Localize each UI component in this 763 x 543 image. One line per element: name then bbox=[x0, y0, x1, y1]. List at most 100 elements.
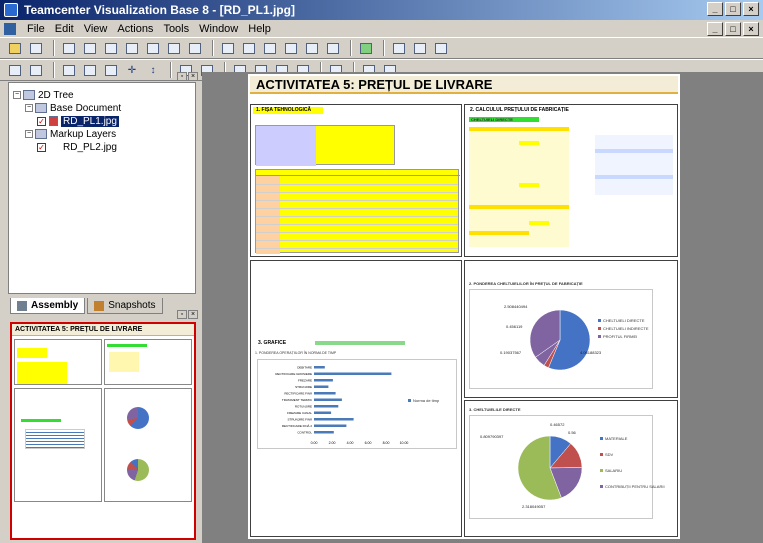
thumbnail-panel-1 bbox=[14, 339, 102, 385]
bar-chart: DEBITARE RECTIFICARE GROSIERE FREZARE STRUN… bbox=[257, 359, 457, 449]
bar-legend: Norma de timp bbox=[408, 398, 439, 403]
filter-icon[interactable] bbox=[282, 40, 300, 56]
settings-icon[interactable] bbox=[324, 40, 342, 56]
minimize-button[interactable]: _ bbox=[707, 2, 723, 16]
document-thumbnail[interactable]: ACTIVITATEA 5: PREȚUL DE LIVRARE bbox=[10, 322, 196, 540]
redo-icon[interactable] bbox=[144, 40, 162, 56]
thumbnail-panel-2 bbox=[104, 339, 192, 385]
legend-swatch bbox=[598, 335, 601, 338]
toolbar-separator bbox=[383, 40, 385, 56]
panel-calcul-pret: 2. CALCULUL PREȚULUI DE FABRICAȚIE CHELT… bbox=[464, 104, 678, 257]
structure-icon[interactable] bbox=[240, 40, 258, 56]
main-toolbar bbox=[0, 37, 763, 59]
monitor-icon[interactable] bbox=[357, 40, 375, 56]
snapshots-tab-icon bbox=[94, 300, 105, 311]
mdi-minimize-button[interactable]: _ bbox=[707, 22, 723, 36]
legend-swatch bbox=[600, 469, 603, 472]
collapse-icon[interactable]: − bbox=[25, 130, 33, 138]
menu-actions[interactable]: Actions bbox=[112, 23, 158, 35]
legend-label: Norma de timp bbox=[413, 398, 440, 403]
maximize-button[interactable]: □ bbox=[725, 2, 741, 16]
bar bbox=[314, 411, 332, 414]
thumbnail-title: ACTIVITATEA 5: PREȚUL DE LIVRARE bbox=[12, 324, 194, 336]
tree-icon[interactable] bbox=[303, 40, 321, 56]
pie-label: 4.06188323 bbox=[580, 350, 602, 355]
mdi-close-button[interactable]: × bbox=[743, 22, 759, 36]
tree-item-label: RD_PL1.jpg bbox=[61, 115, 119, 127]
menu-help[interactable]: Help bbox=[243, 23, 276, 35]
bar-category-label: STRUNJIRE bbox=[295, 385, 312, 389]
assembly-icon[interactable] bbox=[219, 40, 237, 56]
bar-category-label: TRATAMENT TERMIC bbox=[282, 398, 313, 402]
legend-label: CHELTUIELI INDIRECTE bbox=[603, 326, 649, 331]
pie-chart-2-svg bbox=[517, 435, 583, 501]
legend-label: CHELTUIELI DIRECTE bbox=[603, 318, 645, 323]
tree-item-rd-pl1[interactable]: ✓ RD_PL1.jpg bbox=[37, 115, 119, 127]
menu-window[interactable]: Window bbox=[194, 23, 243, 35]
legend-swatch bbox=[600, 453, 603, 456]
bar bbox=[314, 372, 392, 375]
cut-icon[interactable] bbox=[60, 40, 78, 56]
bar bbox=[314, 385, 329, 388]
save-icon[interactable] bbox=[27, 40, 45, 56]
tree-view[interactable]: − 2D Tree − Base Document ✓ RD_PL1.jpg −… bbox=[8, 82, 196, 294]
bar-category-label: CONTROL bbox=[297, 431, 312, 435]
pane-pin-button[interactable]: ▫ bbox=[177, 72, 187, 81]
pane-close-button[interactable]: × bbox=[188, 72, 198, 81]
bar-category-label: ROTUNJIRE bbox=[295, 405, 312, 409]
zoom-fit-icon[interactable] bbox=[411, 40, 429, 56]
copy-icon[interactable] bbox=[81, 40, 99, 56]
legend-swatch bbox=[600, 437, 603, 440]
undo-icon[interactable] bbox=[123, 40, 141, 56]
document-icon[interactable] bbox=[4, 22, 16, 35]
thumbnail-panel-4 bbox=[104, 388, 192, 502]
tree-base-document[interactable]: − Base Document bbox=[25, 102, 121, 114]
menu-tools[interactable]: Tools bbox=[158, 23, 194, 35]
document-viewer[interactable]: ACTIVITATEA 5: PREȚUL DE LIVRARE 1. FIȘA… bbox=[202, 72, 763, 543]
tree-item-rd-pl2[interactable]: ✓ RD_PL2.jpg bbox=[37, 141, 117, 153]
open-icon[interactable] bbox=[6, 40, 24, 56]
pie-label: 0.809790397 bbox=[480, 434, 504, 439]
axis-tick-label: 4.00 bbox=[347, 441, 354, 445]
document-page: ACTIVITATEA 5: PREȚUL DE LIVRARE 1. FIȘA… bbox=[248, 74, 680, 539]
menu-view[interactable]: View bbox=[79, 23, 113, 35]
link-icon[interactable] bbox=[261, 40, 279, 56]
legend-swatch bbox=[598, 319, 601, 322]
bar bbox=[314, 392, 336, 395]
section-heading: 2. CALCULUL PREȚULUI DE FABRICAȚIE bbox=[470, 107, 569, 113]
properties-icon[interactable] bbox=[186, 40, 204, 56]
collapse-icon[interactable]: − bbox=[25, 104, 33, 112]
operations-table bbox=[255, 169, 460, 254]
visibility-check-icon[interactable]: ✓ bbox=[37, 116, 46, 126]
axis-tick-label: 6.00 bbox=[365, 441, 372, 445]
pie-label: 0.456119 bbox=[506, 324, 523, 329]
thumbnail-close-button[interactable]: × bbox=[188, 310, 198, 319]
legend-label: SDV bbox=[605, 452, 614, 457]
layers-folder-icon bbox=[35, 129, 47, 139]
tree-markup-layers[interactable]: − Markup Layers bbox=[25, 128, 116, 140]
thumbnail-pin-button[interactable]: ▫ bbox=[177, 310, 187, 319]
print-icon[interactable] bbox=[165, 40, 183, 56]
info-table bbox=[255, 125, 395, 166]
zoom-in-icon[interactable] bbox=[390, 40, 408, 56]
legend-item: CHELTUIELI INDIRECTE bbox=[598, 326, 649, 331]
mdi-restore-button[interactable]: □ bbox=[725, 22, 741, 36]
legend-item: PROFITUL FIRMEI bbox=[598, 334, 637, 339]
paste-icon[interactable] bbox=[102, 40, 120, 56]
close-button[interactable]: × bbox=[743, 2, 759, 16]
toolbar-separator bbox=[53, 40, 55, 56]
legend-swatch bbox=[408, 399, 411, 402]
menu-file[interactable]: File bbox=[22, 23, 50, 35]
axis-tick-label: 0.00 bbox=[311, 441, 318, 445]
tree-root[interactable]: − 2D Tree bbox=[13, 89, 74, 101]
legend-item: CHELTUIELI DIRECTE bbox=[598, 318, 645, 323]
collapse-icon[interactable]: − bbox=[13, 91, 21, 99]
visibility-check-icon[interactable]: ✓ bbox=[37, 142, 46, 152]
pie-chart-1: 2.508440494 0.456119 0.19037567 4.061883… bbox=[469, 289, 653, 389]
calc-label: CHELTUIELI DIRECTE bbox=[471, 117, 513, 122]
panel-grafice: 3. GRAFICE 1. PONDEREA OPERAȚIILOR ÎN NO… bbox=[250, 260, 462, 537]
section-heading: 1. FIȘA TEHNOLOGICĂ bbox=[253, 107, 323, 114]
tree-item-label: RD_PL2.jpg bbox=[63, 141, 117, 153]
menu-edit[interactable]: Edit bbox=[50, 23, 79, 35]
page-icon[interactable] bbox=[432, 40, 450, 56]
